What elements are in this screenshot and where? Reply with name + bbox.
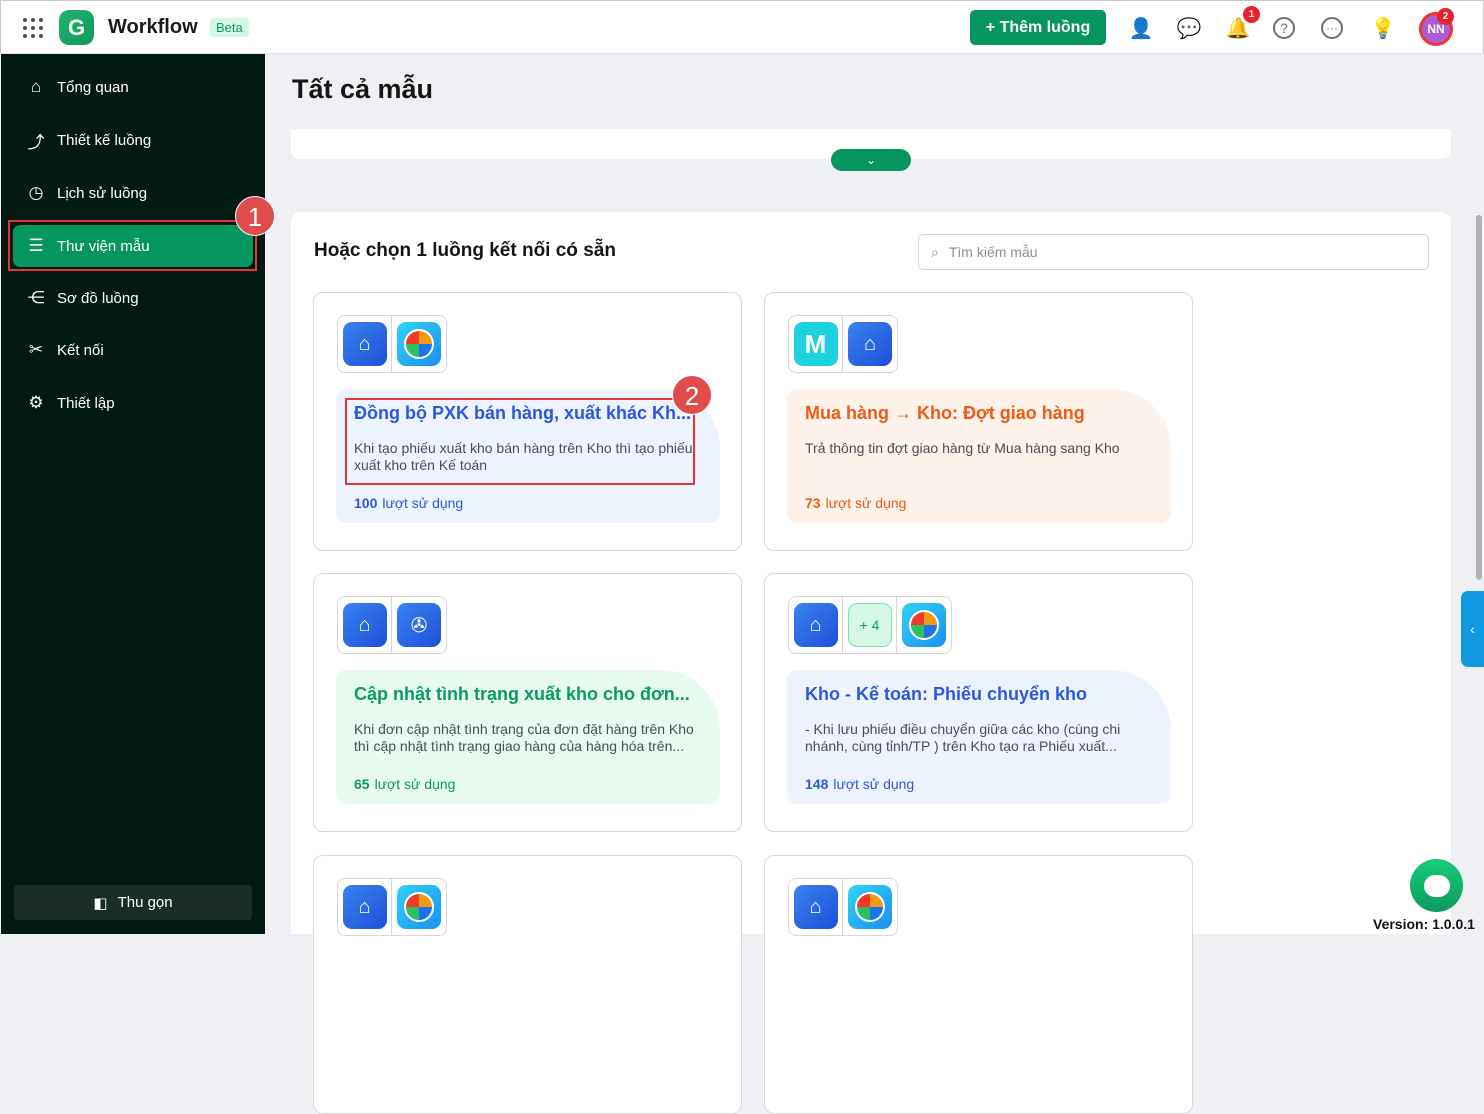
warehouse-app-icon: ⌂	[342, 603, 387, 647]
expand-filter-button[interactable]: ⌄	[831, 149, 911, 171]
home-icon: ⌂	[30, 77, 42, 96]
accounting-app-icon	[397, 322, 441, 366]
sidebar-item-connections[interactable]: ✂ Kết nối	[13, 329, 253, 371]
app-icons: ⌂	[788, 878, 898, 936]
add-flow-button[interactable]: + Thêm luồng	[970, 10, 1106, 45]
template-card[interactable]: ⌂ + 4 Kho - Kế toán: Phiếu chuyển kho - …	[764, 573, 1193, 832]
workflow-logo-icon: G	[59, 10, 94, 45]
template-card[interactable]: ⌂	[764, 855, 1193, 1114]
app-icons: ⌂ + 4	[788, 596, 952, 654]
accounting-app-icon	[397, 885, 441, 929]
card-description: - Khi lưu phiếu điều chuyển giữa các kho…	[805, 721, 1121, 754]
collapse-sidebar-button[interactable]: ◧ Thu gọn	[14, 885, 252, 920]
more-apps-count: + 4	[847, 603, 892, 647]
chevron-left-icon: ‹	[1470, 621, 1475, 637]
sidebar-item-label: Sơ đồ luồng	[57, 289, 139, 307]
card-title: Cập nhật tình trạng xuất kho cho đơn...	[354, 684, 690, 704]
template-card[interactable]: ⌂ ✇ Cập nhật tình trạng xuất kho cho đơn…	[313, 573, 742, 832]
template-card[interactable]: ⌂	[313, 855, 742, 1114]
sidebar-item-label: Tổng quan	[57, 78, 129, 96]
search-input[interactable]: ⌕ Tìm kiếm mẫu	[918, 234, 1429, 270]
usage-label: lượt sử dụng	[374, 776, 456, 792]
connect-tools-icon: ✂	[28, 340, 44, 359]
flow-design-icon: ⤴	[27, 132, 45, 152]
accounting-app-icon	[848, 885, 892, 929]
collapse-icon: ◧	[93, 894, 108, 912]
gear-icon: ⚙	[28, 393, 44, 412]
add-user-icon[interactable]: 👤	[1128, 15, 1154, 41]
sidebar-item-flow-design[interactable]: ⤴ Thiết kế luồng	[13, 119, 253, 161]
usage-label: lượt sử dụng	[825, 495, 907, 511]
card-title: Mua hàng → Kho: Đợt giao hàng	[805, 403, 1085, 423]
history-icon: ◷	[28, 183, 44, 202]
lightbulb-book-icon[interactable]: 💡	[1370, 15, 1396, 41]
template-card[interactable]: M ⌂ Mua hàng → Kho: Đợt giao hàng Trả th…	[764, 292, 1193, 551]
chevron-down-icon: ⌄	[865, 153, 877, 167]
more-icon[interactable]: ···	[1321, 17, 1343, 39]
warehouse-app-icon: ⌂	[342, 322, 387, 366]
usage-count: 73	[805, 495, 821, 511]
app-icons: M ⌂	[788, 315, 898, 373]
chatbot-icon	[1423, 874, 1450, 897]
annotation-box-card	[345, 398, 695, 485]
card-description: Trả thông tin đợt giao hàng từ Mua hàng …	[805, 440, 1120, 456]
scrollbar[interactable]	[1476, 215, 1482, 580]
app-icons: ⌂ ✇	[337, 596, 447, 654]
search-placeholder: Tìm kiếm mẫu	[948, 244, 1038, 260]
app-icons: ⌂	[337, 878, 447, 936]
sidebar: ⌂ Tổng quan ⤴ Thiết kế luồng ◷ Lịch sử luồn…	[1, 54, 265, 934]
annotation-number: 2	[672, 375, 712, 415]
side-panel-toggle[interactable]: ‹	[1461, 591, 1484, 667]
card-description: Khi đơn cập nhật tình trạng của đơn đặt …	[354, 721, 694, 754]
sidebar-item-label: Kết nối	[57, 341, 104, 359]
avatar-badge: 2	[1437, 8, 1454, 25]
sales-app-icon: ✇	[397, 603, 441, 647]
chatbot-button[interactable]	[1410, 859, 1463, 912]
warehouse-app-icon: ⌂	[793, 885, 838, 929]
annotation-number: 1	[235, 196, 275, 236]
sidebar-item-overview[interactable]: ⌂ Tổng quan	[13, 66, 253, 108]
beta-badge: Beta	[210, 18, 249, 37]
share-nodes-icon: ⋲	[27, 288, 45, 307]
annotation-box-sidebar	[8, 220, 257, 271]
warehouse-app-icon: ⌂	[793, 603, 838, 647]
warehouse-app-icon: ⌂	[848, 322, 892, 366]
sidebar-item-label: Thiết kế luồng	[57, 131, 152, 149]
version-label: Version: 1.0.0.1	[1373, 916, 1475, 932]
page-title: Tất cả mẫu	[292, 74, 434, 104]
help-icon[interactable]: ?	[1273, 17, 1295, 39]
card-title: Kho - Kế toán: Phiếu chuyển kho	[805, 684, 1088, 704]
warehouse-app-icon: ⌂	[342, 885, 387, 929]
usage-count: 148	[805, 776, 829, 792]
top-bar: G Workflow Beta + Thêm luồng 👤 💬 🔔 1 ? ·…	[0, 0, 1484, 54]
sidebar-item-settings[interactable]: ⚙ Thiết lập	[13, 382, 253, 424]
sidebar-item-label: Thiết lập	[57, 394, 115, 412]
purchasing-app-icon: M	[793, 322, 838, 366]
section-title: Hoặc chọn 1 luồng kết nối có sẵn	[314, 240, 616, 261]
collapse-label: Thu gọn	[117, 894, 173, 911]
add-flow-label: Thêm luồng	[999, 19, 1091, 36]
sidebar-item-flow-map[interactable]: ⋲ Sơ đồ luồng	[13, 277, 253, 319]
usage-label: lượt sử dụng	[382, 495, 464, 511]
app-name: Workflow	[108, 16, 198, 38]
app-grid-icon[interactable]	[23, 18, 43, 38]
sidebar-item-label: Lịch sử luồng	[57, 184, 148, 202]
accounting-app-icon	[902, 603, 946, 647]
usage-count: 65	[354, 776, 370, 792]
chat-icon[interactable]: 💬	[1176, 15, 1202, 41]
search-icon: ⌕	[931, 243, 939, 260]
sidebar-item-flow-history[interactable]: ◷ Lịch sử luồng	[13, 172, 253, 214]
usage-label: lượt sử dụng	[833, 776, 915, 792]
notification-badge: 1	[1243, 6, 1260, 23]
app-icons: ⌂	[337, 315, 447, 373]
usage-count: 100	[354, 495, 378, 511]
